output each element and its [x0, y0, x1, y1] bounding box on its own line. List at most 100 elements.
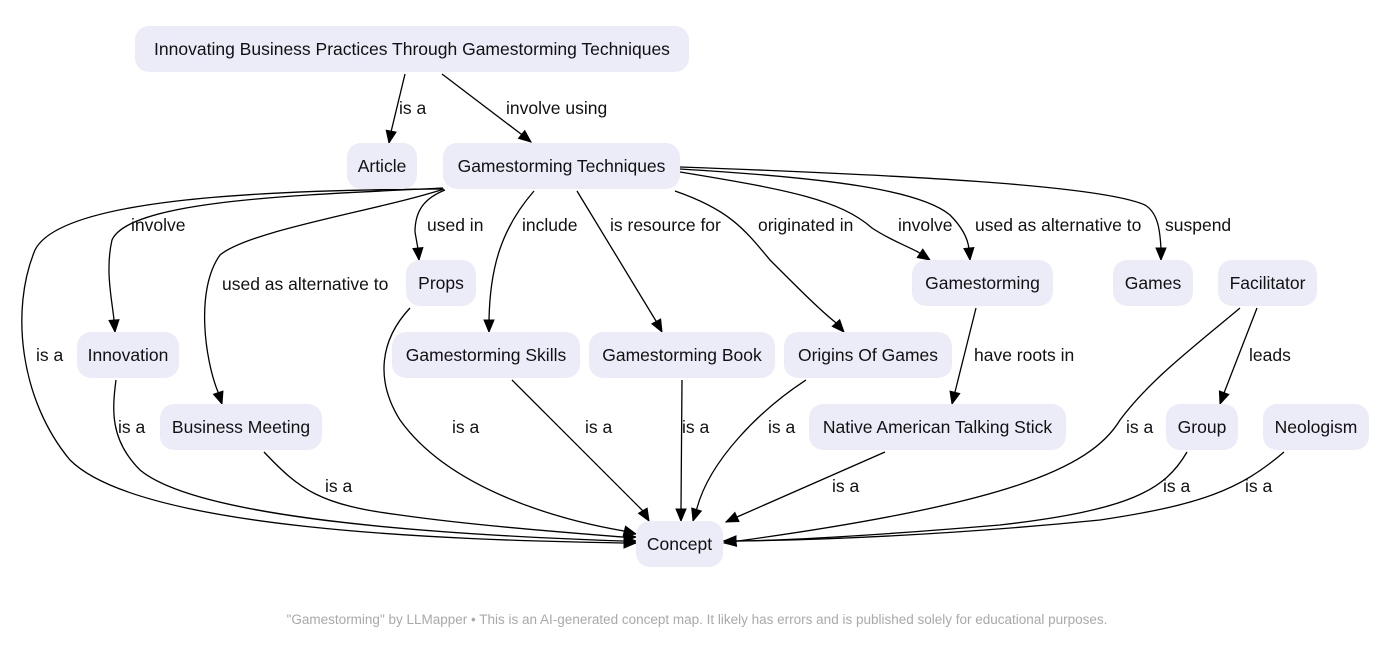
- node-gamestorming[interactable]: Gamestorming: [912, 260, 1053, 306]
- arrowhead-icon: [691, 507, 703, 523]
- node-label: Neologism: [1275, 417, 1358, 437]
- edge-label: used in: [427, 215, 483, 235]
- edge-neologism-to-concept: is a: [722, 451, 1285, 547]
- arrowhead-icon: [212, 390, 224, 406]
- node-stick[interactable]: Native American Talking Stick: [809, 404, 1066, 450]
- edge-techniques-to-skills: include: [483, 190, 577, 334]
- node-article[interactable]: Article: [347, 143, 417, 189]
- edge-techniques-to-innovation: involve: [108, 187, 444, 334]
- edge-label: involve: [898, 215, 952, 235]
- edge-line: [576, 190, 663, 333]
- edge-line: [951, 307, 977, 405]
- node-neologism[interactable]: Neologism: [1263, 404, 1369, 450]
- edge-label: include: [522, 215, 577, 235]
- edge-book-to-concept: is a: [675, 379, 710, 523]
- edge-label: is a: [682, 417, 710, 437]
- edge-label: is a: [1126, 417, 1154, 437]
- node-label: Gamestorming Skills: [406, 345, 567, 365]
- node-label: Origins Of Games: [798, 345, 938, 365]
- node-label: Games: [1125, 273, 1182, 293]
- node-games[interactable]: Games: [1113, 260, 1193, 306]
- edge-techniques-to-book: is resource for: [576, 190, 721, 334]
- edge-label: is a: [118, 417, 146, 437]
- edge-line: [680, 379, 683, 521]
- edge-label: leads: [1249, 345, 1291, 365]
- edge-label: is a: [36, 345, 64, 365]
- node-innovation[interactable]: Innovation: [77, 332, 179, 378]
- edge-line: [679, 166, 1162, 260]
- node-label: Innovating Business Practices Through Ga…: [154, 39, 670, 59]
- edge-label: used as alternative to: [975, 215, 1141, 235]
- arrowhead-icon: [385, 129, 397, 145]
- edge-techniques-to-props: used in: [412, 189, 483, 262]
- node-label: Article: [358, 156, 407, 176]
- node-origins[interactable]: Origins Of Games: [784, 332, 952, 378]
- edge-label: is a: [585, 417, 613, 437]
- edge-skills-to-concept: is a: [511, 379, 650, 523]
- edge-title-to-techniques: involve using: [441, 73, 607, 143]
- node-label: Native American Talking Stick: [823, 417, 1052, 437]
- edge-label: used as alternative to: [222, 274, 388, 294]
- node-techniques[interactable]: Gamestorming Techniques: [443, 143, 680, 189]
- edge-label: is a: [452, 417, 480, 437]
- node-label: Innovation: [88, 345, 169, 365]
- node-skills[interactable]: Gamestorming Skills: [392, 332, 580, 378]
- edge-label: is a: [832, 476, 860, 496]
- edge-label: is a: [1163, 476, 1191, 496]
- edge-label: suspend: [1165, 215, 1231, 235]
- arrowhead-icon: [622, 525, 638, 537]
- edge-line: [263, 451, 636, 538]
- edge-line: [692, 379, 807, 522]
- edge-facilitator-to-group: leads: [1218, 307, 1291, 406]
- node-facilitator[interactable]: Facilitator: [1218, 260, 1317, 306]
- node-group[interactable]: Group: [1166, 404, 1238, 450]
- node-concept[interactable]: Concept: [636, 521, 723, 567]
- node-title[interactable]: Innovating Business Practices Through Ga…: [135, 26, 689, 72]
- edge-label: originated in: [758, 215, 853, 235]
- edge-label: have roots in: [974, 345, 1074, 365]
- node-book[interactable]: Gamestorming Book: [589, 332, 775, 378]
- arrowhead-icon: [517, 129, 533, 143]
- arrowhead-icon: [916, 248, 932, 261]
- node-label: Gamestorming: [925, 273, 1040, 293]
- arrowhead-icon: [650, 318, 663, 334]
- edge-origins-to-concept: is a: [691, 379, 807, 523]
- node-label: Facilitator: [1230, 273, 1306, 293]
- node-label: Props: [418, 273, 464, 293]
- edge-line: [674, 190, 845, 333]
- arrowhead-icon: [963, 247, 975, 262]
- node-label: Business Meeting: [172, 417, 310, 437]
- node-label: Group: [1178, 417, 1227, 437]
- edge-techniques-to-games: suspend: [679, 166, 1231, 262]
- edge-label: involve: [131, 215, 185, 235]
- arrowhead-icon: [1218, 390, 1230, 406]
- arrowhead-icon: [108, 319, 120, 334]
- concept-map-canvas: is a involve using involve used as alternat…: [21, 26, 1369, 567]
- node-label: Gamestorming Book: [602, 345, 762, 365]
- footer-disclaimer: "Gamestorming" by LLMapper • This is an …: [286, 612, 1108, 627]
- edge-label: is a: [768, 417, 796, 437]
- node-label: Concept: [647, 534, 712, 554]
- node-meeting[interactable]: Business Meeting: [160, 404, 322, 450]
- edge-label: involve using: [506, 98, 607, 118]
- edge-label: is resource for: [610, 215, 721, 235]
- edge-label: is a: [1245, 476, 1273, 496]
- edge-title-to-article: is a: [385, 73, 427, 145]
- edge-gamestorming-to-stick: have roots in: [949, 307, 1074, 406]
- edge-label: is a: [325, 476, 353, 496]
- edge-line: [724, 451, 1188, 542]
- arrowhead-icon: [412, 247, 424, 262]
- edge-line: [108, 187, 444, 333]
- arrowhead-icon: [1155, 247, 1167, 262]
- node-label: Gamestorming Techniques: [458, 156, 666, 176]
- arrowhead-icon: [675, 508, 687, 523]
- node-props[interactable]: Props: [406, 260, 476, 306]
- arrowhead-icon: [949, 390, 961, 406]
- edge-stick-to-concept: is a: [724, 451, 886, 523]
- edge-label: is a: [399, 98, 427, 118]
- edge-line: [488, 190, 535, 332]
- edge-line: [511, 379, 650, 522]
- arrowhead-icon: [483, 319, 495, 334]
- arrowhead-icon: [637, 507, 650, 523]
- edge-line: [725, 451, 886, 523]
